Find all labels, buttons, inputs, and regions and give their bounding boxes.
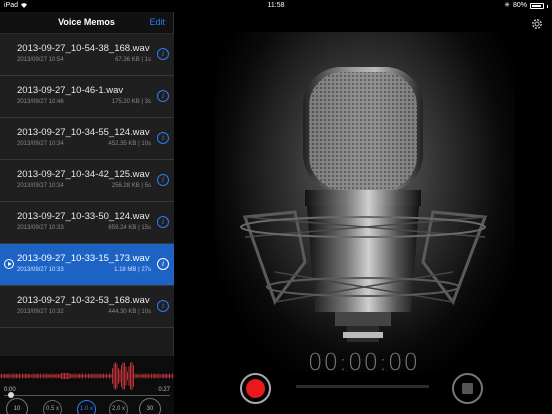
speed-label: 0.5 x <box>45 406 59 412</box>
recording-size-duration: 67.36 KB | 1s <box>115 57 151 63</box>
skip-back-button[interactable]: 10 <box>6 398 28 414</box>
recording-name: 2013-09-27_10-34-55_124.wav <box>17 127 150 138</box>
info-icon[interactable]: i <box>157 90 169 102</box>
recording-row[interactable]: 2013-09-27_10-33-15_173.wav 2013/09/27 10… <box>0 244 174 286</box>
speed-label: 1.0 x <box>79 406 93 412</box>
recordings-panel: Voice Memos Edit 2013-09-27_10-54-38_168… <box>0 12 174 414</box>
recording-name: 2013-09-27_10-33-15_173.wav <box>17 253 150 264</box>
recording-row[interactable]: 2013-09-27_10-33-50_124.wav 2013/09/27 10… <box>0 202 174 244</box>
recording-name: 2013-09-27_10-32-53_168.wav <box>17 295 150 306</box>
time-end: 0:27 <box>158 387 170 393</box>
info-icon[interactable]: i <box>157 174 169 186</box>
recording-date: 2013/09/27 10:33 <box>17 225 64 231</box>
edit-button[interactable]: Edit <box>149 17 165 27</box>
microphone-icon <box>240 67 488 342</box>
recording-row[interactable]: 2013-09-27_10-54-38_168.wav 2013/09/27 10… <box>0 34 174 76</box>
skip-forward-button[interactable]: 30 <box>139 398 161 414</box>
player: 0:00 0:27 10 0.5 x 1.0 x 2.0 x 30 <box>0 356 174 414</box>
recorder-area: 00:00:00 <box>175 12 552 414</box>
speed-label: 2.0 x <box>111 406 125 412</box>
recording-size-duration: 256.28 KB | 5s <box>111 183 151 189</box>
recording-size-duration: 452.35 KB | 10s <box>108 141 151 147</box>
level-meter <box>296 385 429 388</box>
gear-icon[interactable] <box>530 17 544 31</box>
skip-forward-label: 30 <box>146 406 154 412</box>
status-time: 11:58 <box>267 2 285 9</box>
speed-button-normal[interactable]: 1.0 x <box>77 400 96 414</box>
recording-name: 2013-09-27_10-34-42_125.wav <box>17 169 150 180</box>
recording-date: 2013/09/27 10:54 <box>17 57 64 63</box>
info-icon[interactable]: i <box>157 48 169 60</box>
recording-date: 2013/09/27 10:33 <box>17 267 64 273</box>
status-right: ✳ 80% <box>504 0 548 12</box>
recording-row[interactable]: 2013-09-27_10-34-55_124.wav 2013/09/27 10… <box>0 118 174 160</box>
stop-button[interactable] <box>452 373 483 404</box>
recording-row[interactable]: 2013-09-27_10-34-42_125.wav 2013/09/27 10… <box>0 160 174 202</box>
record-button[interactable] <box>240 373 271 404</box>
speed-button-half[interactable]: 0.5 x <box>43 400 62 414</box>
info-icon[interactable]: i <box>157 132 169 144</box>
recording-size-duration: 444.30 KB | 10s <box>108 309 151 315</box>
scrub-handle[interactable] <box>8 392 14 398</box>
recording-name: 2013-09-27_10-33-50_124.wav <box>17 211 150 222</box>
battery-icon <box>530 3 544 9</box>
recording-size-duration: 1.18 MB | 27s <box>114 267 151 273</box>
recording-size-duration: 659.24 KB | 15s <box>108 225 151 231</box>
recording-row[interactable]: 2013-09-27_10-32-53_168.wav 2013/09/27 10… <box>0 286 174 328</box>
waveform[interactable] <box>0 362 174 390</box>
bluetooth-icon: ✳ <box>504 2 510 9</box>
scrub-track[interactable] <box>4 395 170 396</box>
recording-date: 2013/09/27 10:34 <box>17 183 64 189</box>
speed-button-double[interactable]: 2.0 x <box>109 400 128 414</box>
info-icon[interactable]: i <box>157 216 169 228</box>
recordings-list: 2013-09-27_10-54-38_168.wav 2013/09/27 10… <box>0 34 174 328</box>
recording-size-duration: 175.20 KB | 3s <box>111 99 151 105</box>
recording-name: 2013-09-27_10-54-38_168.wav <box>17 43 150 54</box>
battery-percent: 80% <box>512 2 527 9</box>
info-icon[interactable]: i <box>157 300 169 312</box>
info-icon[interactable]: i <box>157 258 169 270</box>
recording-date: 2013/09/27 10:46 <box>17 99 64 105</box>
recording-row[interactable]: 2013-09-27_10-46-1.wav 2013/09/27 10:46 17… <box>0 76 174 118</box>
nav-title: Voice Memos <box>58 17 115 27</box>
recording-date: 2013/09/27 10:34 <box>17 141 64 147</box>
recording-timer: 00:00:00 <box>307 350 420 376</box>
recording-name: 2013-09-27_10-46-1.wav <box>17 85 124 96</box>
status-bar: iPad 11:58 ✳ 80% <box>0 0 552 12</box>
recording-date: 2013/09/27 10:32 <box>17 309 64 315</box>
nav-bar: Voice Memos Edit <box>0 12 173 34</box>
play-icon[interactable] <box>4 259 14 269</box>
skip-back-label: 10 <box>13 406 21 412</box>
